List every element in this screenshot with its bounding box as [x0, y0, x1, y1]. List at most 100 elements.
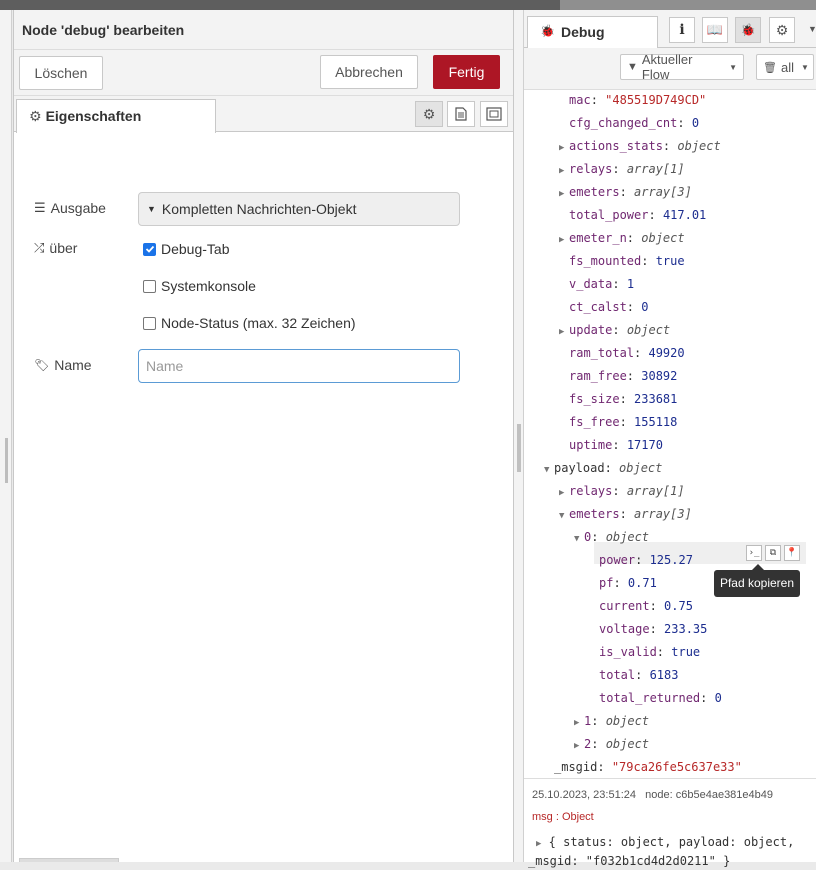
tree-separator: :: [626, 300, 642, 314]
tree-separator: :: [619, 392, 635, 406]
tree-row: fs_size: 233681: [559, 389, 677, 409]
tree-key: fs_free: [569, 415, 620, 429]
debug-tab-button[interactable]: 🐞: [735, 17, 761, 43]
tree-row: is_valid: true: [589, 642, 700, 662]
node-status-label: Node-Status (max. 32 Zeichen): [161, 315, 356, 331]
tree-value: 417.01: [662, 208, 707, 222]
tree-row: fs_mounted: true: [559, 251, 685, 271]
tree-row[interactable]: ▶ relays: array[1]: [559, 159, 685, 179]
system-console-option[interactable]: Systemkonsole: [143, 278, 256, 294]
resize-grip[interactable]: [5, 438, 8, 483]
tree-row: cfg_changed_cnt: 0: [559, 113, 699, 133]
debug-tab-checkbox[interactable]: [143, 242, 156, 256]
terminal-icon: ›_: [748, 548, 760, 558]
tree-row[interactable]: ▼ payload: object: [544, 458, 662, 478]
system-console-checkbox[interactable]: [143, 279, 156, 293]
node-status-checkbox[interactable]: [143, 316, 156, 330]
tree-key: pf: [599, 576, 614, 590]
message-node[interactable]: node: c6b5e4ae381e4b49: [645, 789, 773, 801]
tree-value: 49920: [648, 346, 685, 360]
copy-path-tooltip: Pfad kopieren: [714, 564, 800, 597]
clear-all-button[interactable]: 🗑 all ▼: [756, 54, 814, 80]
filter-flow-button[interactable]: ▼ Aktueller Flow ▼: [620, 52, 744, 82]
config-tab-button[interactable]: ⚙: [769, 17, 795, 43]
name-input[interactable]: [138, 349, 460, 383]
debug-filter-bar: ▼ Aktueller Flow ▼ 🗑 all ▼: [524, 48, 816, 90]
tab-properties[interactable]: ⚙ Eigenschaften: [16, 99, 216, 133]
chevron-down-icon[interactable]: ▼: [808, 24, 816, 34]
tree-key: relays: [569, 484, 613, 498]
tab-description-button[interactable]: [447, 101, 475, 127]
tree-row[interactable]: ▼ 0: object: [574, 527, 649, 547]
tray-toolbar: Löschen Abbrechen Fertig: [14, 50, 513, 96]
tree-row[interactable]: ▶ relays: array[1]: [559, 481, 685, 501]
tree-value: 6183: [649, 668, 679, 682]
trash-icon: 🗑: [763, 61, 777, 74]
tree-key: relays: [569, 162, 613, 176]
pin-button[interactable]: 📍: [784, 545, 800, 561]
pin-icon: 📍: [786, 548, 798, 558]
message-summary[interactable]: ▶ { status: object, payload: object, _ms…: [528, 834, 814, 870]
tree-value: object: [641, 231, 685, 245]
tree-key: total_power: [569, 208, 649, 222]
tab-debug[interactable]: 🐞 Debug: [527, 16, 658, 49]
caret-down-icon: ▼: [574, 534, 580, 544]
row-tools: ›_ ⧉ 📍: [746, 545, 800, 561]
output-select-value: Kompletten Nachrichten-Objekt: [161, 201, 357, 217]
tree-row[interactable]: ▶ emeters: array[3]: [559, 182, 692, 202]
tree-row: power: 125.27: [589, 550, 693, 570]
tree-separator: :: [612, 323, 627, 337]
tree-separator: :: [597, 760, 612, 774]
tree-key: total: [599, 668, 636, 682]
sidebar-tabs: 🐞 Debug i 📖 🐞 ⚙ ▼: [524, 10, 816, 49]
node-status-option[interactable]: Node-Status (max. 32 Zeichen): [143, 315, 356, 331]
copy-icon: ⧉: [769, 548, 777, 558]
done-button[interactable]: Fertig: [433, 55, 500, 89]
tree-row[interactable]: ▶ update: object: [559, 320, 670, 340]
tree-value: object: [677, 139, 721, 153]
tree-row[interactable]: ▶ 1: object: [574, 711, 649, 731]
tree-key: total_returned: [599, 691, 701, 705]
caret-right-icon: ▶: [536, 839, 542, 849]
debug-message-meta: 25.10.2023, 23:51:24 node: c6b5e4ae381e4…: [524, 778, 816, 868]
help-tab-button[interactable]: 📖: [702, 17, 728, 43]
tree-row[interactable]: ▶ actions_stats: object: [559, 136, 721, 156]
tree-key: payload: [554, 461, 605, 475]
tree-key: ram_total: [569, 346, 635, 360]
tree-key: actions_stats: [569, 139, 663, 153]
tree-key: uptime: [569, 438, 613, 452]
copy-value-button[interactable]: ⧉: [765, 545, 781, 561]
output-label: ☰ Ausgabe: [34, 200, 106, 216]
name-label: 🏷 Name: [34, 357, 92, 373]
tree-key: ram_free: [569, 369, 627, 383]
delete-button[interactable]: Löschen: [19, 56, 103, 90]
tree-row[interactable]: ▼ emeters: array[3]: [559, 504, 692, 524]
sidebar-separator[interactable]: [514, 10, 524, 862]
output-select[interactable]: ▼ Kompletten Nachrichten-Objekt: [138, 192, 460, 226]
tab-settings-button[interactable]: ⚙: [415, 101, 443, 127]
tree-row[interactable]: ▶ emeter_n: object: [559, 228, 685, 248]
tree-row[interactable]: ▶ 2: object: [574, 734, 649, 754]
tree-value: array[3]: [634, 185, 692, 199]
separator-grip[interactable]: [517, 424, 521, 472]
book-icon: 📖: [706, 22, 724, 37]
debug-tab-option[interactable]: Debug-Tab: [143, 241, 230, 257]
object-group-icon: [486, 107, 502, 121]
clear-all-label: all: [780, 59, 794, 75]
caret-down-icon: ▼: [559, 511, 565, 521]
tree-separator: :: [700, 691, 715, 705]
cancel-button[interactable]: Abbrechen: [320, 55, 418, 89]
caret-down-icon: ▼: [544, 465, 550, 475]
copy-path-button[interactable]: ›_: [746, 545, 762, 561]
tree-value: object: [605, 530, 650, 544]
info-tab-button[interactable]: i: [669, 17, 695, 43]
tree-row: ram_total: 49920: [559, 343, 685, 363]
tree-separator: :: [677, 116, 692, 130]
tree-value: object: [626, 323, 671, 337]
tree-value: 1: [626, 277, 635, 291]
tab-appearance-button[interactable]: [480, 101, 508, 127]
message-time: 25.10.2023, 23:51:24: [532, 789, 636, 801]
tree-key: _msgid: [554, 760, 598, 774]
tree-separator: :: [635, 553, 650, 567]
tree-value: true: [671, 645, 701, 659]
